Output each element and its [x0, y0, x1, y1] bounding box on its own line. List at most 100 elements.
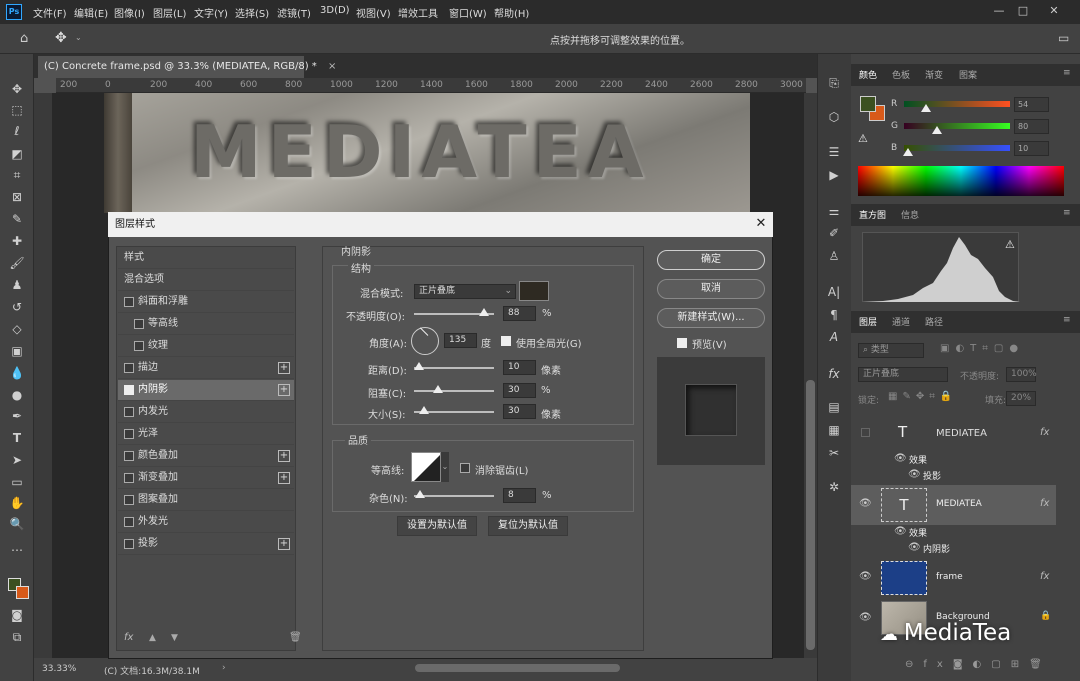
add-style-instance-icon[interactable]: + — [278, 472, 290, 484]
style-item[interactable]: 内阴影 + — [118, 380, 294, 401]
style-checkbox[interactable] — [124, 297, 134, 307]
layer-fill-field[interactable]: 20% — [1006, 391, 1036, 406]
vertical-scroll-thumb[interactable] — [806, 380, 815, 650]
effect-drop-shadow[interactable]: 投影 — [923, 469, 941, 482]
eraser-tool-icon[interactable]: ◇ — [7, 320, 27, 338]
style-checkbox[interactable] — [124, 451, 134, 461]
add-style-instance-icon[interactable]: + — [278, 362, 290, 374]
menu-image[interactable]: 图像(I) — [114, 5, 145, 20]
eye-icon[interactable]: 👁 — [859, 612, 872, 623]
angle-dial[interactable] — [411, 327, 439, 355]
marquee-tool-icon[interactable]: ⬚ — [7, 101, 27, 119]
panel-menu-icon[interactable]: ≡ — [1063, 315, 1071, 325]
hand-tool-icon[interactable]: ✋ — [7, 494, 27, 512]
lasso-tool-icon[interactable]: ℓ — [7, 122, 27, 140]
style-item[interactable]: 投影 + — [118, 534, 294, 555]
background-color-swatch[interactable] — [16, 586, 29, 599]
reset-default-button[interactable]: 复位为默认值 — [488, 516, 568, 536]
stamp-tool-icon[interactable]: ♟ — [7, 276, 27, 294]
style-item[interactable]: 渐变叠加 + — [118, 468, 294, 489]
menu-3d[interactable]: 3D(D) — [320, 5, 350, 16]
style-item[interactable]: 描边 + — [118, 358, 294, 379]
menu-layer[interactable]: 图层(L) — [153, 5, 186, 20]
preview-checkbox[interactable] — [677, 338, 687, 348]
tab-patterns[interactable]: 图案 — [959, 68, 977, 81]
pen-tool-icon[interactable]: ✒ — [7, 407, 27, 425]
type-tool-icon[interactable]: T — [7, 429, 27, 447]
lock-icons[interactable]: ▦✎✥⌗🔒 — [888, 391, 957, 402]
channel-value[interactable]: 10 — [1014, 141, 1049, 156]
menu-type[interactable]: 文字(Y) — [194, 5, 228, 20]
style-checkbox[interactable] — [124, 429, 134, 439]
ok-button[interactable]: 确定 — [657, 250, 765, 270]
effect-inner-shadow[interactable]: 内阴影 — [923, 542, 950, 555]
libraries-icon[interactable]: ▤ — [824, 398, 844, 416]
fg-color-swatch[interactable] — [860, 96, 876, 112]
noise-field[interactable]: 8 — [503, 488, 536, 503]
channel-slider[interactable] — [904, 101, 1010, 107]
layer-blend-mode[interactable]: 正片叠底 — [858, 367, 948, 382]
histogram-warning-icon[interactable]: ⚠ — [1005, 238, 1015, 251]
brush-tool-icon[interactable]: 🖌 — [7, 254, 27, 272]
size-slider-knob[interactable] — [418, 406, 429, 414]
style-item[interactable]: 光泽 — [118, 424, 294, 445]
add-style-instance-icon[interactable]: + — [278, 450, 290, 462]
color-spectrum-shade[interactable] — [858, 166, 1064, 196]
menu-help[interactable]: 帮助(H) — [494, 5, 529, 20]
layer-filter-icons[interactable]: ▣◐T⌗▢● — [940, 343, 1024, 354]
size-field[interactable]: 30 — [503, 404, 536, 419]
menu-plugins[interactable]: 增效工具 — [398, 5, 438, 20]
distance-slider-track[interactable] — [414, 367, 494, 369]
channel-slider-knob[interactable] — [921, 104, 932, 112]
dodge-tool-icon[interactable]: ● — [7, 386, 27, 404]
style-checkbox[interactable] — [124, 517, 134, 527]
3d-icon[interactable]: ⬡ — [824, 108, 844, 126]
workspace-icon[interactable]: ▭ — [1058, 31, 1069, 45]
blur-tool-icon[interactable]: 💧 — [7, 364, 27, 382]
close-window-button[interactable]: ✕ — [1045, 2, 1063, 20]
style-checkbox[interactable] — [124, 363, 134, 373]
menu-view[interactable]: 视图(V) — [356, 5, 391, 20]
style-checkbox[interactable] — [124, 539, 134, 549]
minimize-button[interactable]: — — [990, 2, 1008, 20]
move-tool-icon[interactable]: ✥ — [55, 30, 67, 46]
eye-icon[interactable]: 👁 — [894, 526, 907, 537]
tab-gradients[interactable]: 渐变 — [925, 68, 943, 81]
panel-menu-icon[interactable]: ≡ — [1063, 68, 1071, 78]
tab-color[interactable]: 颜色 — [859, 68, 877, 81]
horizontal-scroll-thumb[interactable] — [415, 664, 620, 672]
close-tab-icon[interactable]: × — [328, 61, 336, 72]
opacity-field[interactable]: 88 — [503, 306, 536, 321]
quick-mask-icon[interactable]: ◙ — [7, 606, 27, 624]
move-down-icon[interactable]: ▼ — [171, 633, 178, 643]
tools-icon[interactable]: ✂ — [824, 444, 844, 462]
style-item[interactable]: 纹理 — [118, 336, 294, 357]
antialias-checkbox[interactable] — [460, 463, 470, 473]
style-checkbox[interactable] — [124, 407, 134, 417]
gradient-tool-icon[interactable]: ▣ — [7, 342, 27, 360]
eye-icon[interactable]: 👁 — [859, 571, 872, 582]
adjustments-icon[interactable]: ☰ — [824, 143, 844, 161]
new-style-button[interactable]: 新建样式(W)... — [657, 308, 765, 328]
layer-kind-filter[interactable]: ⌕ 类型 — [858, 343, 924, 358]
eye-icon[interactable]: 👁 — [908, 542, 921, 553]
chevron-down-icon[interactable]: ⌄ — [441, 452, 449, 482]
layer-name[interactable]: MEDIATEA — [936, 428, 987, 439]
zoom-tool-icon[interactable]: 🔍 — [7, 515, 27, 533]
choke-slider-track[interactable] — [414, 390, 494, 392]
eye-icon[interactable]: 👁 — [894, 453, 907, 464]
layer-row[interactable] — [851, 412, 1056, 484]
properties-icon[interactable]: ⚌ — [824, 202, 844, 220]
document-tab[interactable]: (C) Concrete frame.psd @ 33.3% (MEDIATEA… — [38, 56, 336, 78]
menu-edit[interactable]: 编辑(E) — [74, 5, 108, 20]
notes-icon[interactable]: ▦ — [824, 421, 844, 439]
add-style-instance-icon[interactable]: + — [278, 384, 290, 396]
maximize-button[interactable]: □ — [1014, 2, 1032, 20]
contour-picker[interactable] — [411, 452, 441, 482]
make-default-button[interactable]: 设置为默认值 — [397, 516, 477, 536]
channel-value[interactable]: 80 — [1014, 119, 1049, 134]
screen-mode-icon[interactable]: ⧉ — [7, 628, 27, 646]
style-checkbox[interactable] — [124, 495, 134, 505]
tab-histogram[interactable]: 直方图 — [859, 208, 886, 221]
zoom-level[interactable]: 33.33% — [42, 664, 76, 674]
